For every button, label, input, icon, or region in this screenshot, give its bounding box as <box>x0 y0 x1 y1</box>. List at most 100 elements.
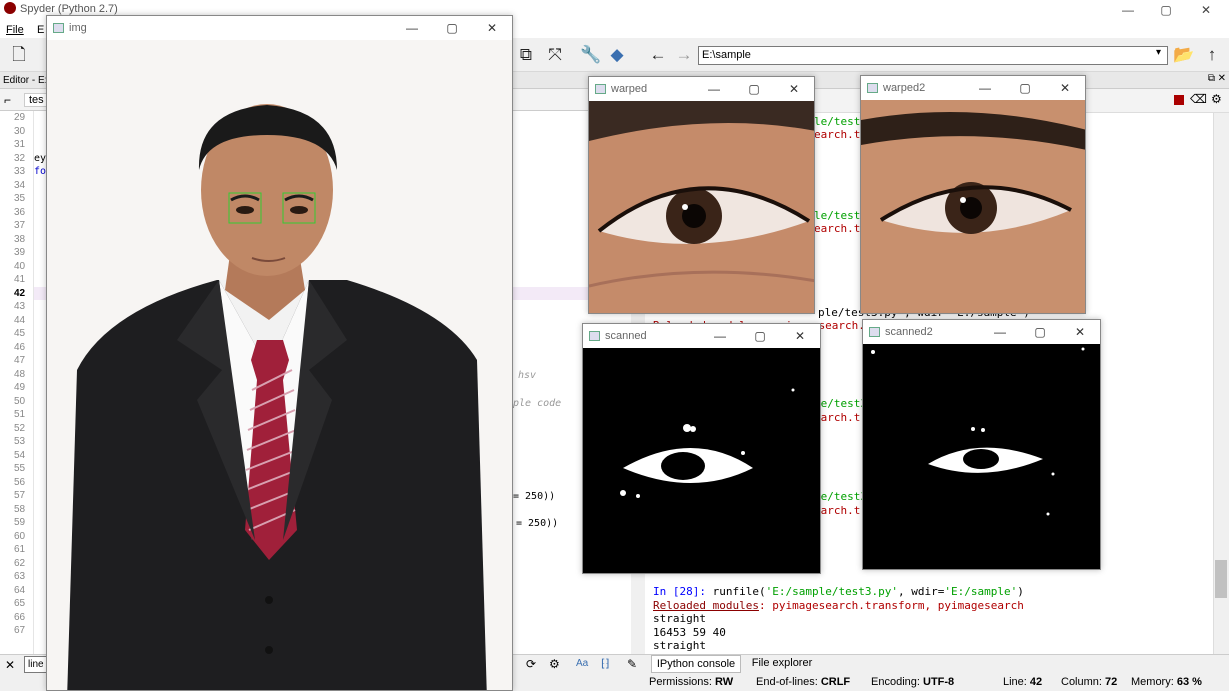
prompt-arg: 'E:/sample' <box>944 585 1018 598</box>
open-folder-icon[interactable]: 📂 <box>1173 44 1195 66</box>
window-icon <box>595 84 606 94</box>
status-eol: End-of-lines: CRLF <box>756 676 851 688</box>
line-number: 61 <box>14 544 26 555</box>
close-button[interactable]: ✕ <box>774 77 814 101</box>
up-arrow-icon[interactable]: ↑ <box>1201 44 1223 66</box>
line-number: 49 <box>14 382 26 393</box>
tab-file-explorer[interactable]: File explorer <box>742 655 822 673</box>
scanned2-window-title: scanned2 <box>885 326 933 338</box>
minimize-button[interactable]: — <box>392 16 432 40</box>
menu-edit[interactable]: E <box>37 24 44 36</box>
scanned2-binary-image <box>863 344 1100 569</box>
code-comment: hsv <box>518 370 537 381</box>
working-directory-input[interactable]: E:\sample <box>698 46 1168 65</box>
tab-ipython-console[interactable]: IPython console <box>651 655 741 673</box>
forward-arrow-icon[interactable]: → <box>673 44 695 66</box>
line-number: 46 <box>14 341 26 353</box>
whole-word-icon[interactable]: ⁅⁆ <box>601 657 610 670</box>
portrait-image <box>47 40 512 690</box>
prompt-mid: , wdir= <box>898 585 945 598</box>
line-number: 63 <box>14 571 26 582</box>
case-sensitive-icon[interactable]: Aa <box>576 658 588 669</box>
maximize-button[interactable]: ▢ <box>740 324 780 348</box>
maximize-button[interactable]: ▢ <box>734 77 774 101</box>
window-icon <box>869 327 880 337</box>
line-number: 58 <box>14 503 26 515</box>
python-icon[interactable]: ◆ <box>606 44 628 66</box>
new-file-icon[interactable]: 🗋 <box>8 44 30 66</box>
line-number: 40 <box>14 260 26 272</box>
line-number: 53 <box>14 436 26 447</box>
close-button[interactable]: ✕ <box>472 16 512 40</box>
window-icon <box>53 23 64 33</box>
warped-window[interactable]: warped — ▢ ✕ <box>588 76 815 314</box>
line-number: 62 <box>14 557 26 569</box>
line-number: 39 <box>14 247 26 258</box>
warped2-window-titlebar[interactable]: warped2 — ▢ ✕ <box>861 76 1085 100</box>
editor-tab[interactable]: tes <box>24 93 49 107</box>
minimize-button[interactable]: — <box>694 77 734 101</box>
settings-icon[interactable]: ⚙ <box>549 657 560 671</box>
undock-icon[interactable]: ⧉ <box>1208 73 1215 84</box>
line-number: 32 <box>14 152 26 164</box>
close-button[interactable]: ✕ <box>1045 76 1085 100</box>
minimize-button[interactable]: — <box>965 76 1005 100</box>
close-button[interactable]: ✕ <box>1183 0 1229 20</box>
maximize-button[interactable]: ▢ <box>1020 320 1060 344</box>
menu-file[interactable]: File <box>6 24 24 36</box>
line-number: 34 <box>14 179 26 191</box>
back-arrow-icon[interactable]: ← <box>647 44 669 66</box>
line-number: 52 <box>14 422 26 434</box>
maximize-button[interactable]: ▢ <box>1005 76 1045 100</box>
line-number: 64 <box>14 584 26 596</box>
status-encoding: Encoding: UTF-8 <box>871 676 955 688</box>
line-number: 41 <box>14 274 26 285</box>
minimize-button[interactable]: — <box>980 320 1020 344</box>
scanned2-window-titlebar[interactable]: scanned2 — ▢ ✕ <box>863 320 1100 344</box>
line-number: 30 <box>14 125 26 137</box>
gear-icon[interactable]: ⚙ <box>1211 92 1222 106</box>
fullscreen-icon[interactable]: ⤧ <box>544 44 566 66</box>
status-permissions: Permissions: RW <box>649 676 734 688</box>
status-memory: Memory: 63 % <box>1131 676 1202 688</box>
refresh-icon[interactable]: ⟳ <box>526 657 536 671</box>
warped-window-titlebar[interactable]: warped — ▢ ✕ <box>589 77 814 101</box>
scrollbar-thumb[interactable] <box>1215 560 1227 598</box>
scanned-window[interactable]: scanned — ▢ ✕ <box>582 323 821 574</box>
highlight-icon[interactable]: ✎ <box>627 657 637 671</box>
close-button[interactable]: ✕ <box>1060 320 1100 344</box>
close-find-icon[interactable]: ✕ <box>5 658 15 672</box>
scanned-window-title: scanned <box>605 330 647 342</box>
line-number: 36 <box>14 206 26 218</box>
line-number: 65 <box>14 598 26 609</box>
code-fragment: = 250)) <box>513 491 556 502</box>
img-window[interactable]: img — ▢ ✕ <box>46 15 513 691</box>
close-button[interactable]: ✕ <box>780 324 820 348</box>
minimize-button[interactable]: — <box>700 324 740 348</box>
scanned2-window[interactable]: scanned2 — ▢ ✕ <box>862 319 1101 570</box>
img-window-titlebar[interactable]: img — ▢ ✕ <box>47 16 512 40</box>
warped2-window-title: warped2 <box>883 82 926 94</box>
wrench-icon[interactable]: 🔧 <box>580 44 602 66</box>
console-line: le/test3 <box>814 397 867 410</box>
output-line: 16453 59 40 <box>653 626 726 639</box>
maximize-pane-icon[interactable]: ⧉ <box>515 44 537 66</box>
prompt-in: In [28]: <box>653 585 706 598</box>
warped-window-title: warped <box>611 83 648 95</box>
reload-line: Reloaded modules: pyimagesearch.transfor… <box>653 599 1024 612</box>
code-fragment: ey <box>34 153 47 164</box>
scanned-window-titlebar[interactable]: scanned — ▢ ✕ <box>583 324 820 348</box>
line-number: 57 <box>14 490 26 501</box>
warped2-window[interactable]: warped2 — ▢ ✕ <box>860 75 1086 314</box>
eraser-icon[interactable]: ⌫ <box>1190 92 1207 106</box>
stop-icon[interactable] <box>1174 95 1184 105</box>
spyder-logo-icon <box>4 2 16 14</box>
browse-tabs-icon[interactable]: ⌐ <box>4 93 11 107</box>
line-number: 60 <box>14 530 26 542</box>
line-number: 48 <box>14 368 26 380</box>
chevron-down-icon[interactable]: ▾ <box>1156 47 1161 58</box>
maximize-button[interactable]: ▢ <box>432 16 472 40</box>
close-pane-icon[interactable]: ✕ <box>1218 73 1226 84</box>
line-number: 38 <box>14 233 26 245</box>
line-number: 56 <box>14 476 26 488</box>
